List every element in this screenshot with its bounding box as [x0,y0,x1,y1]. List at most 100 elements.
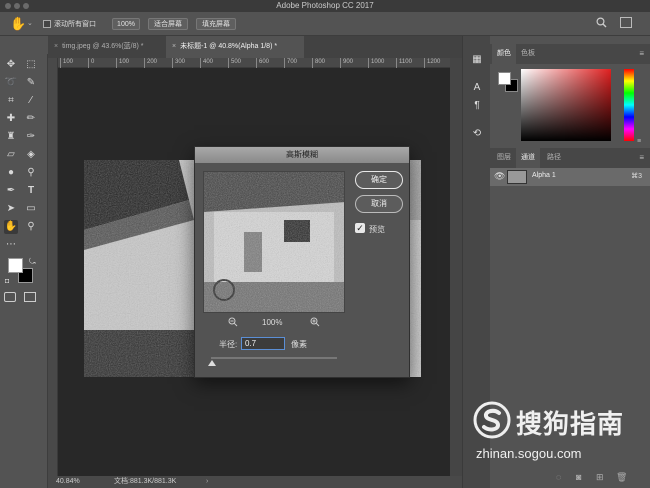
visibility-eye-icon[interactable]: 👁 [494,171,505,182]
radius-label: 半径: [219,340,238,349]
zoom-readout[interactable]: 40.84% [56,476,80,488]
dodge-tool-icon[interactable]: ⚲ [24,166,38,180]
zoom-tool-icon[interactable]: ⚲ [24,220,38,234]
status-menu-chevron-icon[interactable]: › [206,476,208,488]
close-window-button[interactable] [5,3,11,9]
channel-name: Alpha 1 [532,172,556,179]
path-select-tool-icon[interactable]: ➤ [4,202,18,216]
ruler-tick-label: 1200 [424,58,440,68]
eyedropper-tool-icon[interactable]: ⁄ [24,94,38,108]
move-tool-icon[interactable]: ✥ [4,58,18,72]
radius-slider-handle[interactable] [208,360,216,366]
channel-row-alpha1[interactable]: 👁 Alpha 1 ⌘3 [490,168,650,186]
default-colors-icon[interactable]: ◘ [5,278,9,285]
healing-brush-tool-icon[interactable]: ✚ [4,112,18,126]
hand-tool-icon[interactable]: ✋ [4,220,18,234]
sogou-logo-icon [473,401,511,439]
ruler-tick-label: 1000 [368,58,384,68]
radius-input[interactable]: 0.7 [241,337,285,350]
zoom-window-button[interactable] [23,3,29,9]
tool-preset-chevron-icon[interactable]: ⌄ [27,19,33,27]
more-tools-icon[interactable]: ⋯ [4,238,18,252]
channel-shortcut: ⌘3 [631,173,642,180]
ruler-tick-label: 0 [88,58,94,68]
cancel-button[interactable]: 取消 [355,195,403,213]
horizontal-ruler: 100 0 100 200 300 400 500 600 700 800 900 1000 1100 1… [58,58,450,68]
ok-button[interactable]: 确定 [355,171,403,189]
panel-menu-icon[interactable]: ≡ [639,49,644,58]
fit-screen-button[interactable]: 适合屏幕 [148,18,188,30]
app-title: Adobe Photoshop CC 2017 [276,1,374,10]
workspace-icon[interactable] [620,17,632,28]
tab-paths[interactable]: 路径 [542,148,566,168]
lasso-tool-icon[interactable]: ➰ [4,76,18,90]
tab-untitled-1[interactable]: × 未标题-1 @ 40.8%(Alpha 1/8) * [166,36,304,58]
ruler-tick-label: 400 [200,58,213,68]
properties-icon[interactable]: ▦ [471,54,483,66]
ruler-tick-label: 900 [340,58,353,68]
ruler-tick-label: 500 [228,58,241,68]
zoom-100-button[interactable]: 100% [112,18,140,30]
close-tab-icon[interactable]: × [172,43,176,50]
preview-zoom-level: 100% [262,318,283,327]
zoom-in-icon[interactable] [310,317,320,329]
channel-thumbnail [507,170,527,184]
crop-tool-icon[interactable]: ⌗ [4,94,18,108]
ruler-tick-label: 600 [256,58,269,68]
vertical-scrollbar[interactable] [450,58,462,476]
screen-mode-icon[interactable] [24,292,36,302]
tools-panel: ✥ ⬚ ➰ ✎ ⌗ ⁄ ✚ ✏ ♜ ✑ ▱ ◈ ● ⚲ ✒ T ➤ ▭ ✋ ⚲ … [0,54,48,488]
brush-tool-icon[interactable]: ✏ [24,112,38,126]
channels-panel-tabs: 图层 通道 路径 ≡ [490,148,650,168]
tab-timg-jpeg[interactable]: × timg.jpeg @ 43.6%(蓝/8) * [48,36,166,58]
color-picker-field[interactable] [521,69,611,141]
color-panel-menu-icon[interactable]: ≡ [637,138,641,145]
minimize-window-button[interactable] [14,3,20,9]
dialog-title: 高斯模糊 [195,147,409,163]
eraser-tool-icon[interactable]: ▱ [4,148,18,162]
scroll-all-checkbox[interactable] [43,20,51,28]
blur-preview[interactable] [203,171,345,313]
gaussian-blur-dialog: 高斯模糊 确定 取消 ✓ 预览 100% 半径: 0.7 像素 [194,146,410,378]
foreground-color-swatch[interactable] [8,258,23,273]
ruler-tick-label: 100 [60,58,73,68]
hand-tool-icon[interactable]: ✋ [10,16,26,32]
quick-select-tool-icon[interactable]: ✎ [24,76,38,90]
tab-color[interactable]: 颜色 [492,44,516,64]
history-icon[interactable]: ⟲ [471,128,483,140]
tab-swatches[interactable]: 色板 [516,44,540,64]
blur-tool-icon[interactable]: ● [4,166,18,180]
close-tab-icon[interactable]: × [54,43,58,50]
watermark-url: zhinan.sogou.com [476,446,582,461]
ruler-tick-label: 1100 [396,58,412,68]
window-titlebar: Adobe Photoshop CC 2017 [0,0,650,12]
swap-colors-icon[interactable]: ⤿ [29,257,36,267]
search-icon[interactable] [596,17,607,28]
sogou-watermark: 搜狗指南 zhinan.sogou.com [466,394,650,474]
marquee-tool-icon[interactable]: ⬚ [24,58,38,72]
channels-menu-icon[interactable]: ≡ [639,153,644,162]
zoom-out-icon[interactable] [228,317,238,329]
color-fg-swatch[interactable] [498,72,511,85]
ruler-tick-label: 700 [284,58,297,68]
fill-screen-button[interactable]: 填充屏幕 [196,18,236,30]
type-tool-icon[interactable]: T [24,184,38,198]
tab-channels[interactable]: 通道 [516,148,540,168]
ruler-tick-label: 200 [144,58,157,68]
character-icon[interactable]: A [471,82,483,94]
pen-tool-icon[interactable]: ✒ [4,184,18,198]
preview-checkbox[interactable]: ✓ [355,223,365,233]
color-panel-tabs: 颜色 色板 ≡ [490,44,650,64]
clone-stamp-tool-icon[interactable]: ♜ [4,130,18,144]
quick-mask-icon[interactable] [4,292,16,302]
ruler-tick-label: 100 [116,58,129,68]
unit-label: 像素 [291,340,307,349]
hue-slider[interactable] [624,69,634,141]
rectangle-tool-icon[interactable]: ▭ [24,202,38,216]
radius-slider-track[interactable] [211,357,337,359]
preview-label: 预览 [369,225,385,234]
paragraph-icon[interactable]: ¶ [471,100,483,112]
tab-layers[interactable]: 图层 [492,148,516,168]
history-brush-tool-icon[interactable]: ✑ [24,130,38,144]
paint-bucket-tool-icon[interactable]: ◈ [24,148,38,162]
